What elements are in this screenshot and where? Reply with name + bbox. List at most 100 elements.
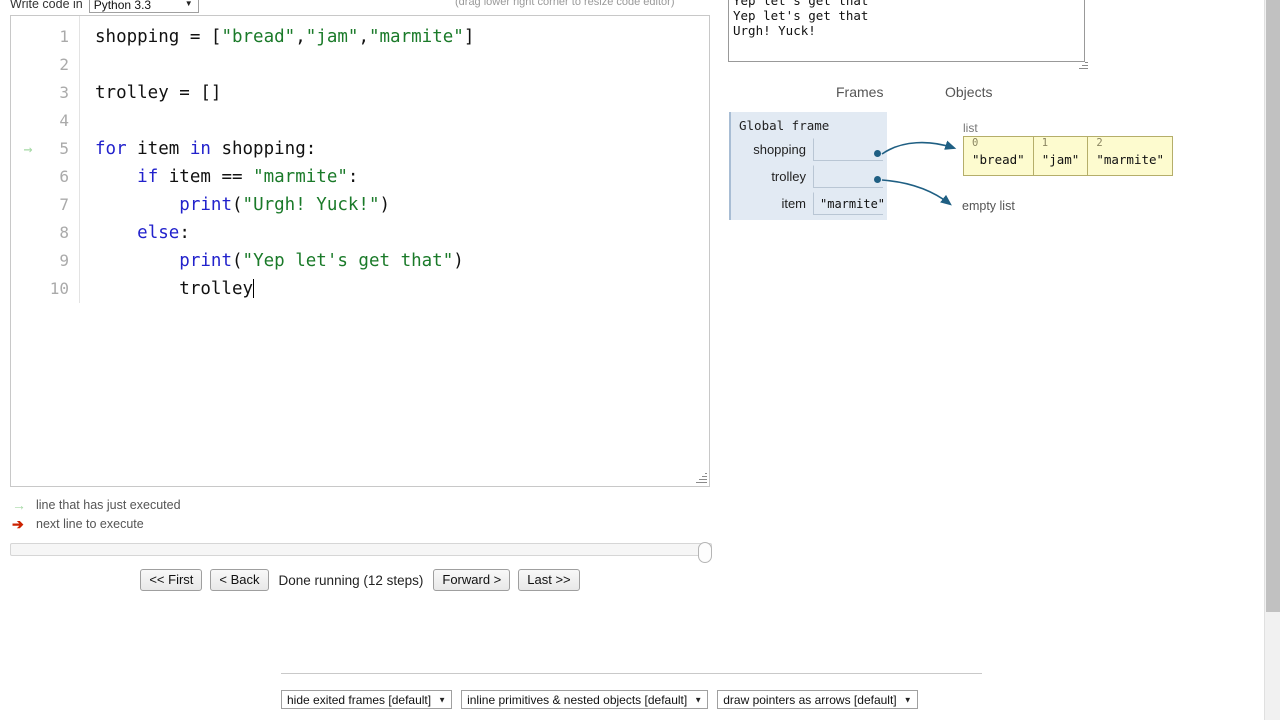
code-line-text: trolley	[79, 275, 254, 303]
run-status-label: Done running (12 steps)	[277, 573, 426, 588]
code-line[interactable]: 9 print("Yep let's get that")	[11, 247, 709, 275]
line-number: 5	[45, 135, 79, 163]
line-number: 2	[45, 51, 79, 79]
pointer-dot-trolley	[874, 176, 881, 183]
pointer-mode-select[interactable]: draw pointers as arrows [default] ▼	[717, 690, 917, 709]
render-mode-select[interactable]: inline primitives & nested objects [defa…	[461, 690, 708, 709]
editor-toolbar: Write code in Python 3.3 ▼	[10, 0, 199, 14]
list-cell-index: 0	[972, 137, 1025, 149]
options-divider	[281, 673, 982, 674]
code-line[interactable]: 7 print("Urgh! Yuck!")	[11, 191, 709, 219]
variable-value	[813, 138, 883, 161]
line-number: 10	[45, 275, 79, 303]
language-select-value: Python 3.3	[94, 0, 151, 12]
legend-next-label: next line to execute	[36, 517, 144, 531]
scrollbar-thumb[interactable]	[1266, 0, 1280, 612]
execution-slider[interactable]	[10, 541, 712, 558]
code-line-text: print("Urgh! Yuck!")	[79, 191, 390, 219]
value-box: "marmite"	[813, 192, 883, 214]
green-arrow-icon: →	[12, 498, 30, 512]
variable-name: trolley	[731, 165, 813, 188]
value-box	[813, 138, 883, 160]
python-tutor-page: Write code in Python 3.3 ▼ (drag lower r…	[0, 0, 1280, 720]
slider-track[interactable]	[10, 543, 712, 556]
list-cell-value: "marmite"	[1096, 149, 1164, 171]
code-line-text: else:	[79, 219, 190, 247]
list-type-label: list	[963, 121, 978, 135]
write-code-label: Write code in	[10, 0, 83, 11]
code-line-text: trolley = []	[79, 79, 221, 107]
code-line[interactable]: 4	[11, 107, 709, 135]
resize-hint-text: (drag lower right corner to resize code …	[455, 0, 674, 8]
pointer-mode-value: draw pointers as arrows [default]	[723, 693, 896, 707]
chevron-down-icon: ▼	[694, 691, 702, 708]
render-mode-value: inline primitives & nested objects [defa…	[467, 693, 687, 707]
slider-thumb[interactable]	[698, 542, 712, 563]
list-cell: 0"bread"	[964, 137, 1034, 175]
gutter-divider	[79, 16, 80, 303]
code-lines[interactable]: 1shopping = ["bread","jam","marmite"]23t…	[11, 16, 709, 303]
value-box	[813, 165, 883, 187]
code-line[interactable]: 10 trolley	[11, 275, 709, 303]
execution-legend: → line that has just executed ➔ next lin…	[12, 495, 181, 533]
chevron-down-icon: ▼	[904, 691, 912, 708]
list-object: 0"bread" 1"jam" 2"marmite"	[963, 136, 1173, 176]
line-number: 4	[45, 107, 79, 135]
variable-name: shopping	[731, 138, 813, 161]
frame-variable-row: shopping	[731, 138, 887, 161]
pointer-dot-shopping	[874, 150, 881, 157]
code-line-text: for item in shopping:	[79, 135, 316, 163]
code-line-text: if item == "marmite":	[79, 163, 358, 191]
last-button[interactable]: Last >>	[518, 569, 579, 591]
green-arrow-icon: →	[11, 142, 45, 157]
frame-variables: shopping trolley item"marmite"	[731, 138, 887, 215]
code-line[interactable]: 3trolley = []	[11, 79, 709, 107]
frame-variable-row: trolley	[731, 165, 887, 188]
line-number: 9	[45, 247, 79, 275]
list-cell: 2"marmite"	[1088, 137, 1172, 175]
line-number: 6	[45, 163, 79, 191]
forward-button[interactable]: Forward >	[433, 569, 510, 591]
frame-variable-row: item"marmite"	[731, 192, 887, 215]
display-options: hide exited frames [default] ▼ inline pr…	[281, 690, 918, 709]
back-button[interactable]: < Back	[210, 569, 268, 591]
language-select[interactable]: Python 3.3 ▼	[89, 0, 199, 13]
caret	[253, 279, 254, 298]
legend-executed-label: line that has just executed	[36, 498, 181, 512]
chevron-down-icon: ▼	[185, 0, 193, 12]
frames-heading: Frames	[836, 84, 883, 100]
first-button[interactable]: << First	[140, 569, 202, 591]
variable-value: "marmite"	[813, 192, 883, 215]
code-line[interactable]: 6 if item == "marmite":	[11, 163, 709, 191]
legend-row-next: ➔ next line to execute	[12, 514, 181, 533]
objects-heading: Objects	[945, 84, 992, 100]
list-cell-index: 2	[1096, 137, 1164, 149]
program-output[interactable]: Yep let's get that Yep let's get that Ur…	[728, 0, 1085, 62]
code-line[interactable]: 1shopping = ["bread","jam","marmite"]	[11, 23, 709, 51]
code-line[interactable]: 2	[11, 51, 709, 79]
editor-resize-handle[interactable]	[695, 472, 707, 484]
global-frame-title: Global frame	[731, 118, 887, 133]
code-line-text: print("Yep let's get that")	[79, 247, 464, 275]
code-line[interactable]: 8 else:	[11, 219, 709, 247]
variable-name: item	[731, 192, 813, 215]
frames-mode-value: hide exited frames [default]	[287, 693, 431, 707]
red-arrow-icon: ➔	[12, 517, 30, 531]
list-cell-index: 1	[1042, 137, 1080, 149]
variable-value	[813, 165, 883, 188]
list-cell-value: "jam"	[1042, 149, 1080, 171]
code-editor[interactable]: 1shopping = ["bread","jam","marmite"]23t…	[10, 15, 710, 487]
line-number: 8	[45, 219, 79, 247]
code-line-text: shopping = ["bread","jam","marmite"]	[79, 23, 474, 51]
console-resize-handle[interactable]	[1078, 60, 1088, 70]
line-number: 1	[45, 23, 79, 51]
frames-mode-select[interactable]: hide exited frames [default] ▼	[281, 690, 452, 709]
variable-literal: "marmite"	[814, 193, 883, 216]
page-scrollbar[interactable]	[1264, 0, 1280, 720]
code-line[interactable]: →5for item in shopping:	[11, 135, 709, 163]
chevron-down-icon: ▼	[438, 691, 446, 708]
global-frame: Global frame shopping trolley item"marmite…	[729, 112, 887, 220]
step-controls: << First < Back Done running (12 steps) …	[0, 569, 720, 591]
line-number: 7	[45, 191, 79, 219]
list-cell-value: "bread"	[972, 149, 1025, 171]
